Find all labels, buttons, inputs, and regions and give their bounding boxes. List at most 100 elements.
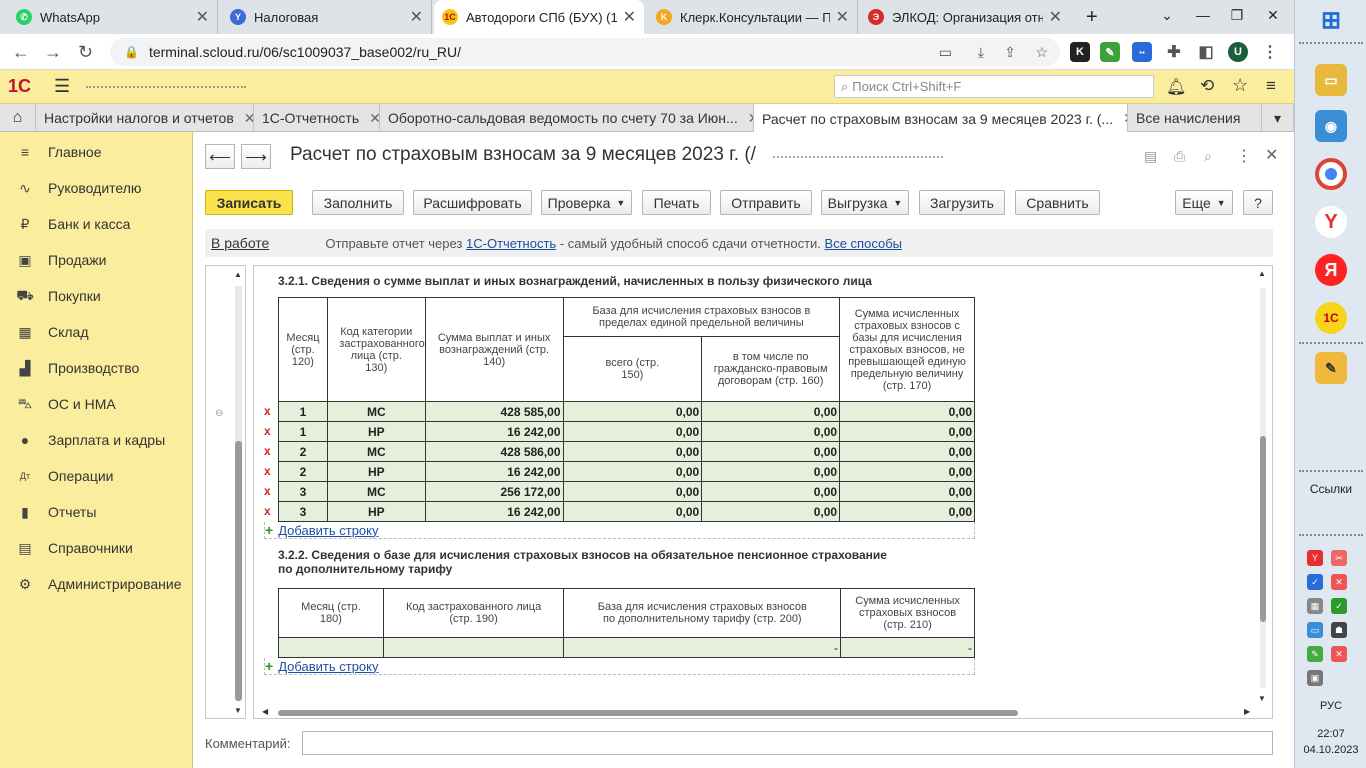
cell-base-gpd[interactable]: 0,00 (701, 461, 841, 482)
cell-base-gpd[interactable]: 0,00 (701, 441, 841, 462)
tab-all-accruals[interactable]: Все начисления (1128, 104, 1262, 132)
paint-icon[interactable]: ✎ (1315, 352, 1347, 384)
close-tab-icon[interactable]: ✕ (196, 7, 209, 27)
cell-base[interactable]: - (563, 637, 842, 658)
cell-month[interactable] (278, 637, 384, 658)
close-icon[interactable]: ✕ (369, 110, 379, 127)
sidebar-item-purchases[interactable]: ⛟ Покупки (0, 278, 193, 314)
export-button[interactable]: Выгрузка ▼ (821, 190, 909, 215)
cell-contrib[interactable]: 0,00 (839, 501, 975, 522)
comment-input[interactable] (302, 731, 1273, 755)
cell-contrib[interactable]: 0,00 (839, 441, 975, 462)
sidebar-item-manager[interactable]: ∿ Руководителю (0, 170, 193, 206)
sidebar-item-production[interactable]: ▟ Производство (0, 350, 193, 386)
browser-tab-1c[interactable]: 1С Автодороги СПб (БУХ) (1С: ✕ (434, 0, 644, 34)
delete-row-icon[interactable]: x (264, 464, 271, 478)
table-row[interactable]: - - (278, 637, 975, 658)
tray-icon[interactable]: ▭ (1307, 622, 1323, 638)
1c-app-icon[interactable]: 1С (1315, 302, 1347, 334)
tray-icon[interactable]: ✂ (1331, 550, 1347, 566)
delete-row-icon[interactable]: x (264, 504, 271, 518)
clock-time[interactable]: 22:07 (1295, 728, 1366, 740)
home-icon[interactable]: ⌂ (0, 104, 36, 132)
extensions-puzzle-icon[interactable]: ✚ (1164, 42, 1184, 62)
close-tab-icon[interactable]: ✕ (410, 7, 423, 27)
cell-payments[interactable]: 256 172,00 (424, 481, 564, 502)
kaspersky-extension-icon[interactable]: K (1070, 42, 1090, 62)
add-row-321[interactable]: + Добавить строку (264, 522, 975, 539)
cell-code[interactable] (382, 637, 565, 658)
tab-osv-70[interactable]: Оборотно-сальдовая ведомость по счету 70… (380, 104, 754, 132)
collapse-icon[interactable]: ⊖ (215, 408, 223, 419)
cell-base-total[interactable]: 0,00 (562, 401, 703, 422)
browser-tab-elkod[interactable]: Э ЭЛКОД: Организация отно ✕ (860, 0, 1070, 34)
close-tab-icon[interactable]: ✕ (623, 7, 636, 27)
delete-row-icon[interactable]: x (264, 484, 271, 498)
cell-category[interactable]: НР (326, 461, 426, 482)
tab-1c-reporting[interactable]: 1С-Отчетность ✕ (254, 104, 380, 132)
tray-icon[interactable]: ✕ (1331, 646, 1347, 662)
url-bar[interactable]: 🔒 terminal.scloud.ru/06/sc1009037_base00… (110, 38, 1060, 66)
close-tab-icon[interactable]: ✕ (836, 7, 849, 27)
browser-tab-whatsapp[interactable]: ✆ WhatsApp ✕ (8, 0, 218, 34)
save-disk-icon[interactable]: ▤ (1144, 148, 1157, 165)
volume-muted-icon[interactable]: ✕ (1331, 574, 1347, 590)
side-panel-icon[interactable]: ◧ (1196, 42, 1216, 62)
cell-payments[interactable]: 428 586,00 (424, 441, 564, 462)
table-row[interactable]: 2 МС 428 586,00 0,00 0,00 0,00 (278, 441, 975, 462)
forward-arrow-button[interactable]: ⟶ (241, 144, 271, 169)
cell-contrib[interactable]: 0,00 (839, 421, 975, 442)
links-toolbar-label[interactable]: Ссылки (1295, 482, 1366, 496)
table-row[interactable]: 1 НР 16 242,00 0,00 0,00 0,00 (278, 421, 975, 442)
cell-base-total[interactable]: 0,00 (562, 461, 703, 482)
cell-month[interactable]: 2 (278, 461, 328, 482)
yandex-browser-icon[interactable]: Y (1315, 206, 1347, 238)
tray-icon[interactable]: ✎ (1307, 646, 1323, 662)
leaf-extension-icon[interactable]: ✎ (1100, 42, 1120, 62)
sidebar-item-bank[interactable]: ₽ Банк и касса (0, 206, 193, 242)
cell-base-total[interactable]: 0,00 (562, 501, 703, 522)
add-row-link[interactable]: Добавить строку (278, 523, 378, 538)
notification-bell-icon[interactable]: 🔔︎ (1166, 77, 1186, 97)
tray-icon[interactable]: ✓ (1331, 598, 1347, 614)
cell-contrib[interactable]: 0,00 (839, 481, 975, 502)
cell-category[interactable]: НР (326, 501, 426, 522)
decode-button[interactable]: Расшифровать (413, 190, 532, 215)
hamburger-menu-icon[interactable]: ☰ (54, 76, 70, 97)
browser-menu-icon[interactable]: ⋮ (1260, 42, 1280, 62)
chrome-icon[interactable] (1315, 158, 1347, 190)
scroll-up-icon[interactable]: ▲ (1258, 269, 1266, 278)
fill-button[interactable]: Заполнить (312, 190, 404, 215)
status-link[interactable]: В работе (211, 235, 269, 251)
cell-month[interactable]: 1 (278, 421, 328, 442)
add-row-link[interactable]: Добавить строку (278, 659, 378, 674)
table-row[interactable]: 3 МС 256 172,00 0,00 0,00 0,00 (278, 481, 975, 502)
cell-payments[interactable]: 16 242,00 (424, 501, 564, 522)
v-scrollbar-thumb[interactable] (1260, 436, 1266, 622)
tray-icon[interactable]: ☗ (1331, 622, 1347, 638)
install-icon[interactable]: ⤓ (978, 44, 984, 61)
cell-category[interactable]: НР (326, 421, 426, 442)
browser-tab-nalog[interactable]: Y Налоговая ✕ (222, 0, 432, 34)
tray-icon[interactable]: ✓ (1307, 574, 1323, 590)
tab-tax-settings[interactable]: Настройки налогов и отчетов ✕ (36, 104, 254, 132)
cell-base-total[interactable]: 0,00 (562, 441, 703, 462)
delete-row-icon[interactable]: x (264, 404, 271, 418)
sidebar-item-directories[interactable]: ▤ Справочники (0, 530, 193, 566)
more-button[interactable]: Еще ▼ (1175, 190, 1233, 215)
minimize-icon[interactable]: — (1186, 0, 1220, 30)
compare-button[interactable]: Сравнить (1015, 190, 1100, 215)
sidebar-item-reports[interactable]: ▮ Отчеты (0, 494, 193, 530)
file-explorer-icon[interactable]: ▭ (1315, 64, 1347, 96)
sidebar-item-main[interactable]: ≡ Главное (0, 134, 193, 170)
yandex-tray-icon[interactable]: Y (1307, 550, 1323, 566)
back-icon[interactable]: ← (12, 42, 30, 63)
cell-category[interactable]: МС (326, 401, 426, 422)
new-tab-button[interactable]: + (1078, 0, 1108, 34)
scrollbar-thumb[interactable] (235, 441, 242, 701)
table-row[interactable]: 3 НР 16 242,00 0,00 0,00 0,00 (278, 501, 975, 522)
restore-icon[interactable]: ❐ (1220, 0, 1254, 30)
import-button[interactable]: Загрузить (919, 190, 1005, 215)
scroll-up-icon[interactable]: ▲ (234, 270, 242, 279)
history-icon[interactable]: ⟲ (1200, 76, 1214, 96)
